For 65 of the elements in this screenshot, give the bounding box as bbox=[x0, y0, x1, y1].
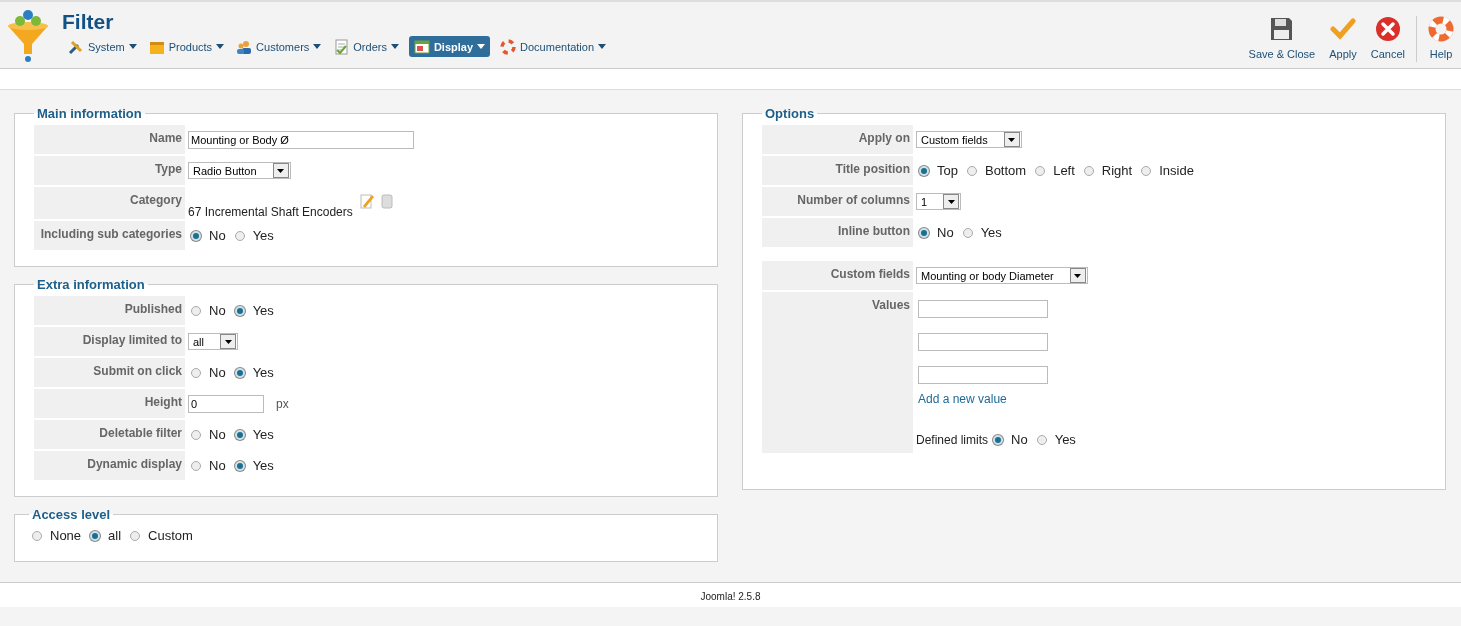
radio-label: No bbox=[209, 365, 226, 380]
dropdown[interactable]: Custom fields bbox=[916, 131, 1022, 148]
radio-label: No bbox=[209, 427, 226, 442]
panel-title: Main information bbox=[36, 106, 143, 121]
text-field[interactable]: 0 bbox=[188, 394, 264, 413]
field-label: Name bbox=[34, 125, 185, 154]
add-value-link[interactable]: Add a new value bbox=[918, 392, 1007, 406]
panel-title: Access level bbox=[31, 507, 112, 522]
radio-label: Yes bbox=[1054, 432, 1076, 447]
dropdown[interactable]: all bbox=[188, 333, 238, 350]
field-label: Submit on click bbox=[34, 358, 185, 387]
toolbar-button[interactable]: Help bbox=[1421, 16, 1461, 60]
radio-label: all bbox=[108, 528, 122, 543]
radio-label: Yes bbox=[980, 225, 1002, 240]
toolbar-button[interactable]: Save & Close bbox=[1241, 16, 1323, 60]
field-label: Type bbox=[34, 156, 185, 185]
field-label: Category bbox=[34, 187, 185, 219]
field-label: Height bbox=[34, 389, 185, 418]
panel-title: Options bbox=[764, 106, 816, 121]
field-label: Deletable filter bbox=[34, 420, 185, 449]
menu-item[interactable]: Orders bbox=[331, 36, 401, 57]
dropdown[interactable]: Mounting or body Diameter bbox=[916, 267, 1088, 284]
field-label: Title position bbox=[762, 156, 913, 185]
field-label: Custom fields bbox=[762, 261, 913, 290]
field-label: Values bbox=[762, 292, 913, 453]
dropdown[interactable]: 1 bbox=[916, 193, 962, 210]
field-label: Display limited to bbox=[34, 327, 185, 356]
field-label: Inline button bbox=[762, 218, 913, 247]
page-title: Filter bbox=[62, 10, 115, 35]
footer-version: Joomla! 2.5.8 bbox=[700, 591, 761, 602]
field-label: Apply on bbox=[762, 125, 913, 154]
radio-label: Inside bbox=[1159, 163, 1194, 178]
radio-label: Yes bbox=[252, 303, 274, 318]
radio-label: No bbox=[209, 458, 226, 473]
radio-label: Top bbox=[937, 163, 958, 178]
field-label: Number of columns bbox=[762, 187, 913, 216]
field-label: Defined limits bbox=[916, 432, 989, 447]
toolbar-button[interactable]: Cancel bbox=[1363, 16, 1412, 60]
field-label: Including sub categories bbox=[34, 221, 185, 250]
panel-title: Extra information bbox=[36, 277, 146, 292]
radio-label: No bbox=[209, 303, 226, 318]
field-label: Published bbox=[34, 296, 185, 325]
menu-item[interactable]: Products bbox=[146, 36, 227, 57]
text-field[interactable]: Mounting or Body Ø bbox=[188, 130, 414, 149]
category-name: 67 Incremental Shaft Encoders bbox=[188, 205, 353, 219]
radio-label: No bbox=[937, 225, 954, 240]
radio-label: None bbox=[50, 528, 82, 543]
radio-label: No bbox=[1011, 432, 1028, 447]
field-label: Dynamic display bbox=[34, 451, 185, 480]
radio-label: Custom bbox=[148, 528, 193, 543]
unit-label: px bbox=[276, 396, 289, 411]
dropdown[interactable]: Radio Button bbox=[188, 162, 291, 179]
radio-label: Yes bbox=[252, 365, 274, 380]
radio-label: No bbox=[209, 228, 226, 243]
radio-label: Right bbox=[1101, 163, 1133, 178]
radio-label: Left bbox=[1053, 163, 1075, 178]
radio-label: Bottom bbox=[984, 163, 1027, 178]
menu-item[interactable]: System bbox=[66, 36, 139, 57]
radio-label: Yes bbox=[252, 228, 274, 243]
toolbar-button[interactable]: Apply bbox=[1322, 16, 1364, 60]
menu-item[interactable]: Display bbox=[408, 36, 491, 57]
radio-label: Yes bbox=[252, 427, 274, 442]
menu-item[interactable]: Customers bbox=[234, 36, 324, 57]
radio-label: Yes bbox=[252, 458, 274, 473]
menu-item[interactable]: Documentation bbox=[498, 36, 609, 57]
